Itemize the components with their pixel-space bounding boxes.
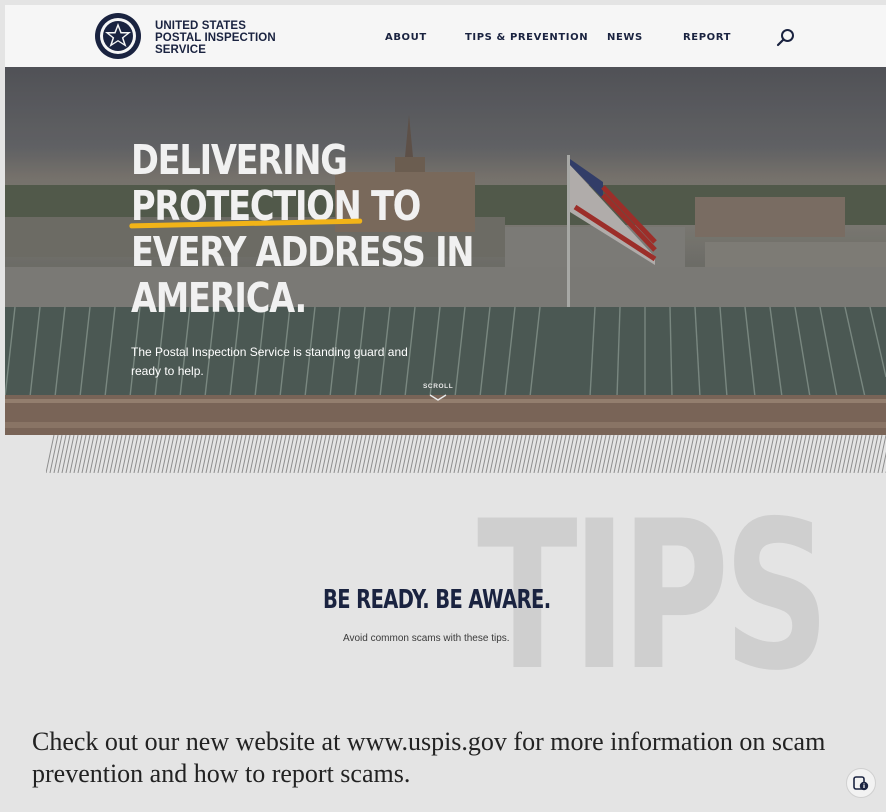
headline-line-4: AMERICA. [131,274,307,322]
nav-about[interactable]: ABOUT [385,32,427,43]
search-icon[interactable] [775,27,797,49]
nav-tips-prevention[interactable]: TIPS & PREVENTION [465,32,588,43]
tips-subtitle: Avoid common scams with these tips. [343,633,510,644]
hero-subtitle: The Postal Inspection Service is standin… [131,345,408,378]
brand-line-2: POSTAL INSPECTION [155,32,276,44]
brand-line-1: UNITED STATES [155,20,246,32]
accessibility-badge-icon[interactable] [846,768,876,798]
hero-headline: DELIVERING PROTECTION TO EVERY ADDRESS I… [131,136,475,322]
tips-title: BE READY. BE AWARE. [323,585,551,615]
scroll-label: SCROLL [423,383,454,390]
brand-line-3: SERVICE [155,44,206,56]
diagonal-stripes-divider [46,435,886,473]
tips-section: TIPS BE READY. BE AWARE. Avoid common sc… [5,473,886,723]
headline-line-2-rest: TO [360,182,421,230]
brand-name[interactable]: UNITED STATES POSTAL INSPECTION SERVICE [155,20,276,56]
headline-line-2: PROTECTION TO [131,183,473,229]
headline-highlight: PROTECTION [131,182,362,230]
scroll-indicator[interactable]: SCROLL [423,383,453,402]
site-header: UNITED STATES POSTAL INSPECTION SERVICE … [5,5,886,67]
chevron-down-icon [429,394,447,401]
headline-line-1: DELIVERING [131,136,348,184]
uspis-seal-icon[interactable] [93,11,143,61]
hero-banner: DELIVERING PROTECTION TO EVERY ADDRESS I… [5,67,886,435]
headline-line-3: EVERY ADDRESS IN [131,228,475,276]
website-notice: Check out our new website at www.uspis.g… [32,727,826,788]
nav-news[interactable]: NEWS [607,32,643,43]
nav-report[interactable]: REPORT [683,32,731,43]
